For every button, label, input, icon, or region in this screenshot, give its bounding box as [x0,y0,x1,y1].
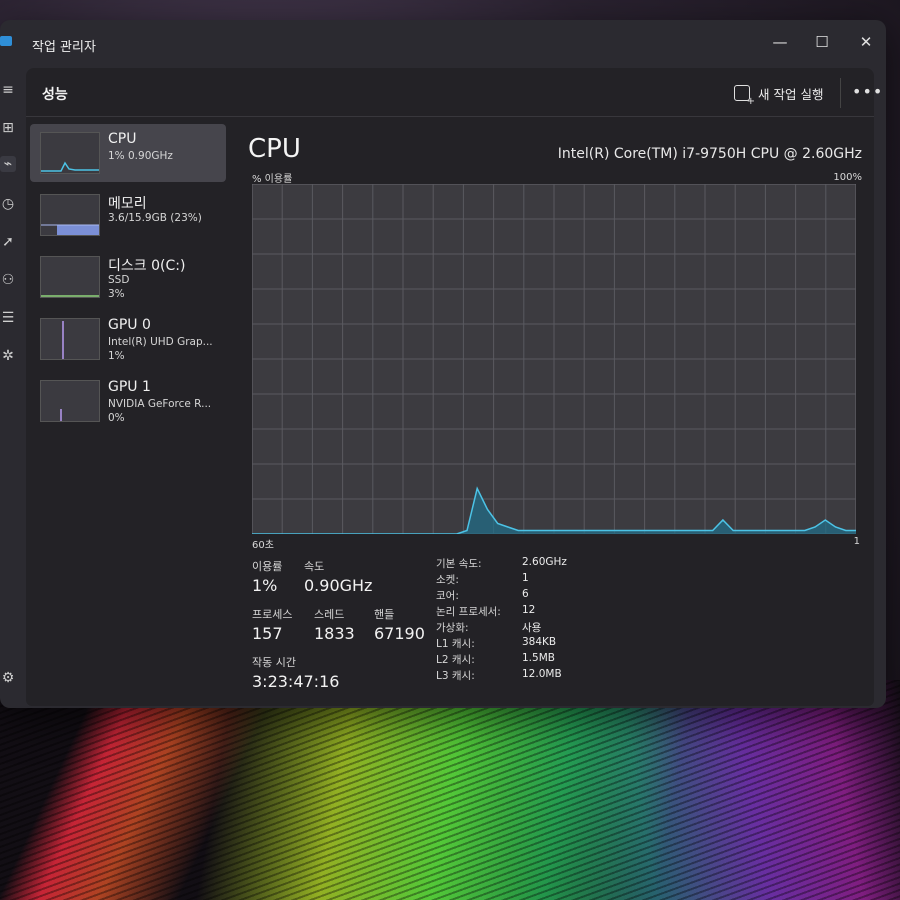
device-type: SSD [108,274,130,286]
task-manager-icon [0,36,12,46]
cpu-utilization-graph [251,183,857,535]
device-usage: 0% [108,412,125,424]
run-new-task-label: 새 작업 실행 [758,86,824,102]
spec-key: 가상화: [436,622,469,634]
device-item-memory[interactable]: 메모리 3.6/15.9GB (23%) [30,186,226,244]
spec-value: 384KB [522,636,557,648]
device-item-cpu[interactable]: CPU 1% 0.90GHz [30,124,226,182]
spec-value: 12.0MB [522,668,562,680]
spec-key: 논리 프로세서: [436,606,501,618]
cpu-stats: 이용률 1% 속도 0.90GHz 프로세스 157 스레드 1833 핸들 6… [252,554,852,708]
spec-value: 12 [522,604,536,616]
minimize-button[interactable]: — [766,28,794,56]
users-icon[interactable]: ⚇ [0,272,16,288]
device-detail: 1% 0.90GHz [108,150,173,162]
details-icon[interactable]: ☰ [0,310,16,326]
hamburger-icon[interactable]: ≡ [0,82,16,98]
max-percent-label: 100% [833,172,862,183]
processes-value: 157 [252,624,283,643]
spec-value: 6 [522,588,529,600]
speed-label: 속도 [304,560,325,573]
nav-rail: ≡ ⊞ ⌁ ◷ ➚ ⚇ ☰ ✲ ⚙ [0,80,22,708]
threads-label: 스레드 [314,608,345,621]
performance-panel: 성능 새 작업 실행 ••• CPU 1% 0.90GHz 메모리 [26,68,882,706]
disk-thumbnail [40,256,100,298]
device-usage: 3% [108,288,125,300]
time-axis-start: 60초 [252,540,274,551]
processes-label: 프로세스 [252,608,293,621]
spec-key: L1 캐시: [436,638,475,650]
spec-key: 기본 속도: [436,558,482,570]
device-name: 디스크 0(C:) [108,258,186,274]
device-name: 메모리 [108,196,147,212]
memory-thumbnail [40,194,100,236]
more-options-button[interactable]: ••• [852,82,883,101]
history-icon[interactable]: ◷ [0,196,16,212]
task-manager-window: 작업 관리자 — ☐ ✕ ≡ ⊞ ⌁ ◷ ➚ ⚇ ☰ ✲ ⚙ 성능 새 작업 실… [0,20,886,708]
new-task-icon [734,85,755,107]
device-name: GPU 1 [108,379,151,395]
desktop-wallpaper [0,680,900,900]
spec-key: 코어: [436,590,459,602]
cpu-thumbnail [40,132,100,174]
spec-key: L3 캐시: [436,670,475,682]
speed-value: 0.90GHz [304,576,373,595]
title-bar[interactable]: 작업 관리자 — ☐ ✕ [0,20,886,68]
spec-key: 소켓: [436,574,459,586]
panel-header: 성능 새 작업 실행 ••• [26,68,882,117]
utilization-value: 1% [252,576,278,595]
device-title: CPU [248,134,301,164]
device-detail: 3.6/15.9GB (23%) [108,212,202,224]
spec-value: 1.5MB [522,652,555,664]
spec-key: L2 캐시: [436,654,475,666]
cpu-detail-pane: CPU Intel(R) Core(TM) i7-9750H CPU @ 2.6… [248,124,868,704]
device-usage: 1% [108,350,125,362]
time-axis-end: 1 [853,536,860,547]
device-item-gpu0[interactable]: GPU 0 Intel(R) UHD Grap... 1% [30,310,226,368]
utilization-axis-label: % 이용률 [252,174,293,185]
device-item-disk[interactable]: 디스크 0(C:) SSD 3% [30,248,226,306]
services-icon[interactable]: ✲ [0,348,16,364]
handles-value: 67190 [374,624,425,643]
processor-name: Intel(R) Core(TM) i7-9750H CPU @ 2.60GHz [557,146,862,162]
spec-value: 사용 [522,622,542,634]
device-name: CPU [108,131,137,147]
cpu-graph-svg [251,183,857,535]
spec-value: 2.60GHz [522,556,567,568]
utilization-label: 이용률 [252,560,283,573]
performance-icon[interactable]: ⌁ [0,156,16,172]
run-new-task-button[interactable]: 새 작업 실행 [734,82,824,107]
uptime-label: 작동 시간 [252,656,296,669]
handles-label: 핸들 [374,608,395,621]
header-divider [840,78,841,108]
settings-icon[interactable]: ⚙ [0,670,16,686]
device-detail: Intel(R) UHD Grap... [108,336,213,348]
window-title: 작업 관리자 [32,40,96,55]
startup-icon[interactable]: ➚ [0,234,16,250]
processes-icon[interactable]: ⊞ [0,120,16,136]
page-title: 성능 [42,87,68,103]
spec-value: 1 [522,572,529,584]
close-button[interactable]: ✕ [852,28,880,56]
gpu0-thumbnail [40,318,100,360]
maximize-button[interactable]: ☐ [808,28,836,56]
device-detail: NVIDIA GeForce R... [108,398,212,410]
gpu1-thumbnail [40,380,100,422]
device-list: CPU 1% 0.90GHz 메모리 3.6/15.9GB (23%) 디스크 … [30,124,226,434]
threads-value: 1833 [314,624,355,643]
device-item-gpu1[interactable]: GPU 1 NVIDIA GeForce R... 0% [30,372,226,430]
uptime-value: 3:23:47:16 [252,672,340,691]
device-name: GPU 0 [108,317,151,333]
